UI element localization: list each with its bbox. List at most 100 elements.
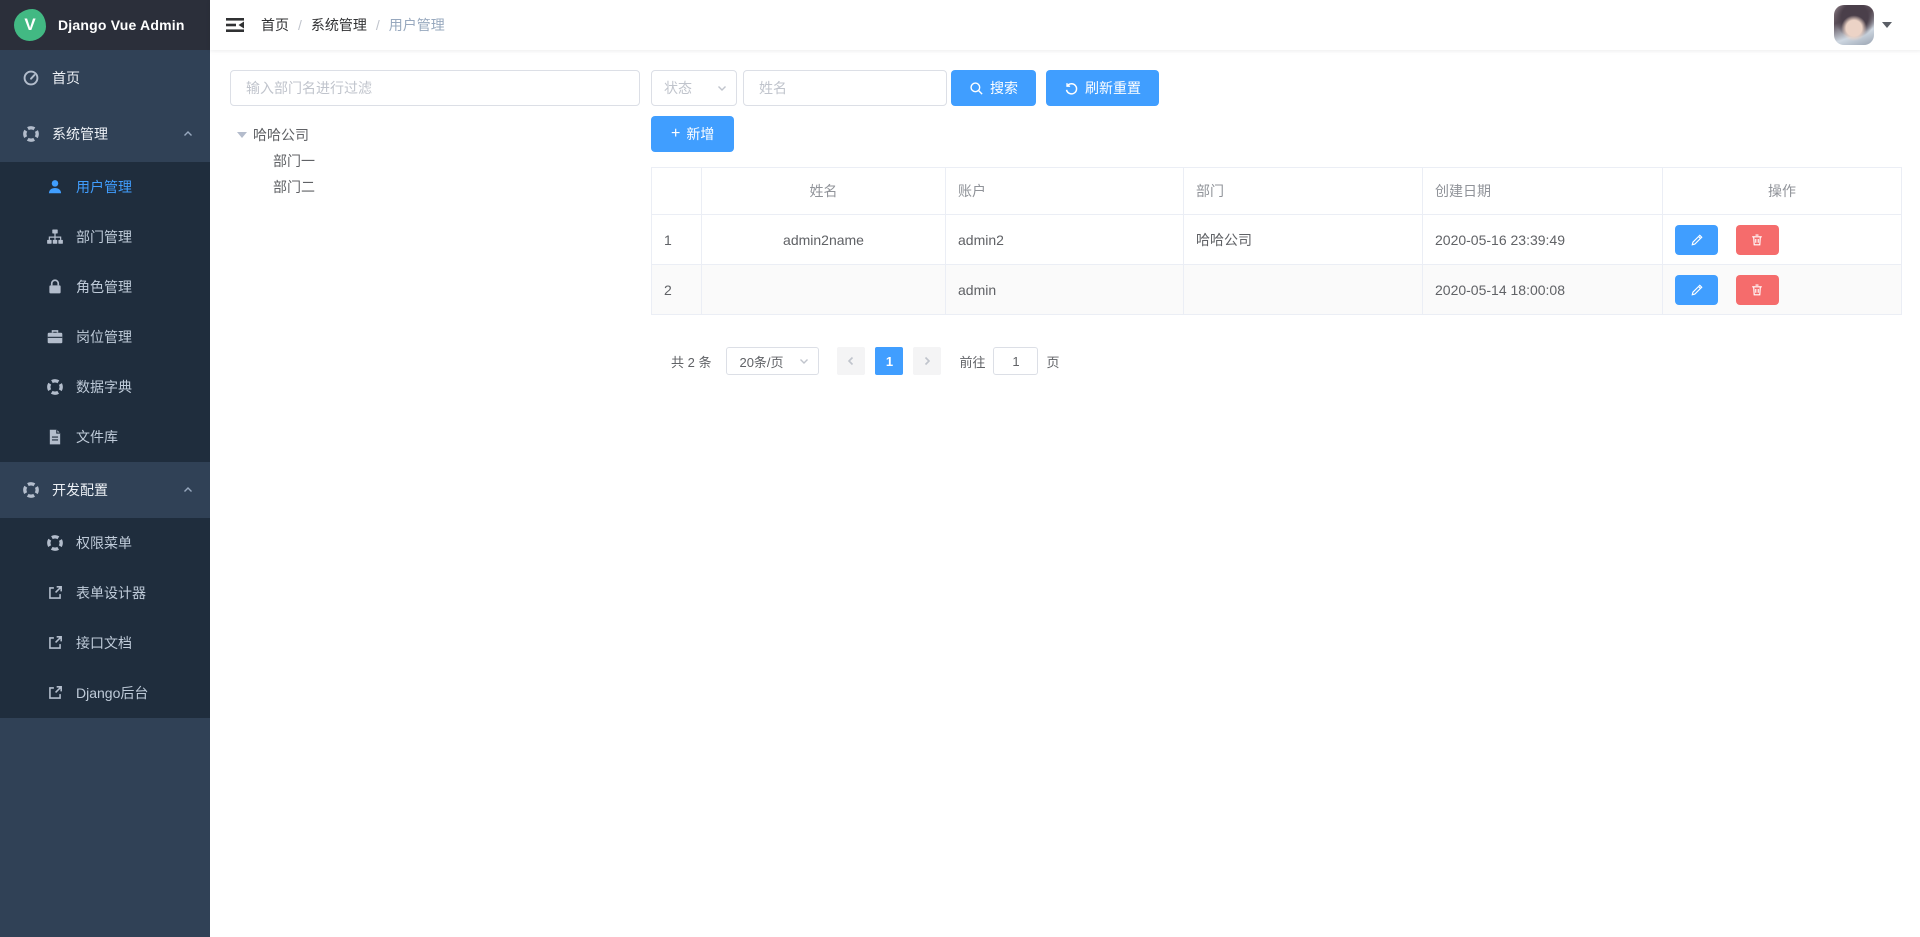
sidebar-item-api-docs[interactable]: 接口文档 <box>0 618 210 668</box>
sidebar-item-label: 部门管理 <box>76 227 132 247</box>
add-button[interactable]: + 新增 <box>651 116 734 152</box>
tree-node-root[interactable]: 哈哈公司 <box>230 122 640 148</box>
next-page-button[interactable] <box>913 347 941 375</box>
department-panel: 哈哈公司 部门一 部门二 <box>230 70 640 200</box>
sidebar-group-label: 开发配置 <box>52 480 108 500</box>
goto-page-input[interactable] <box>993 347 1038 375</box>
filter-toolbar: 状态 搜索 刷新重置 <box>651 70 1902 106</box>
breadcrumb-separator: / <box>376 17 380 33</box>
cell-index: 2 <box>652 265 702 315</box>
sidebar-menu: 首页 系统管理 用户管理 部门管理 角色管理 <box>0 50 210 937</box>
sidebar-item-label: 表单设计器 <box>76 583 146 603</box>
sidebar-item-label: Django后台 <box>76 683 148 703</box>
page-size-value: 20条/页 <box>739 352 783 371</box>
search-button-label: 搜索 <box>990 78 1018 98</box>
sidebar-item-users[interactable]: 用户管理 <box>0 162 210 212</box>
sidebar-item-label: 角色管理 <box>76 277 132 297</box>
tree-expand-icon[interactable] <box>237 132 247 138</box>
lock-icon <box>46 278 64 296</box>
trash-icon <box>1750 233 1764 247</box>
prev-page-button[interactable] <box>837 347 865 375</box>
department-filter-input[interactable] <box>230 70 640 106</box>
goto-suffix: 页 <box>1046 352 1059 371</box>
page-content: 哈哈公司 部门一 部门二 状态 <box>210 50 1920 937</box>
sidebar-item-posts[interactable]: 岗位管理 <box>0 312 210 362</box>
sidebar-item-label: 岗位管理 <box>76 327 132 347</box>
external-link-icon <box>46 584 64 602</box>
status-select-placeholder: 状态 <box>664 78 692 98</box>
cell-name: admin2name <box>702 215 946 265</box>
table-header-row: 姓名 账户 部门 创建日期 操作 <box>652 168 1902 215</box>
sidebar-item-files[interactable]: 文件库 <box>0 412 210 462</box>
logo-area[interactable]: V Django Vue Admin <box>0 0 210 50</box>
user-avatar[interactable] <box>1834 5 1874 45</box>
table-row: 2 admin 2020-05-14 18:00:08 <box>652 265 1902 315</box>
main-area: 首页 / 系统管理 / 用户管理 哈哈公司 <box>210 0 1920 937</box>
breadcrumb-home[interactable]: 首页 <box>261 15 289 35</box>
tree-node-child[interactable]: 部门一 <box>230 148 640 174</box>
goto-label: 前往 <box>959 352 985 371</box>
page-number-active[interactable]: 1 <box>875 347 903 375</box>
tree-node-label: 部门二 <box>273 177 315 197</box>
submenu-system: 用户管理 部门管理 角色管理 岗位管理 数据字典 <box>0 162 210 462</box>
sidebar-item-departments[interactable]: 部门管理 <box>0 212 210 262</box>
breadcrumb-system[interactable]: 系统管理 <box>311 15 367 35</box>
sidebar-item-label: 权限菜单 <box>76 533 132 553</box>
search-button[interactable]: 搜索 <box>951 70 1036 106</box>
sidebar-item-home[interactable]: 首页 <box>0 50 210 106</box>
sidebar-item-permission-menu[interactable]: 权限菜单 <box>0 518 210 568</box>
chevron-left-icon <box>845 355 857 367</box>
sidebar: V Django Vue Admin 首页 系统管理 用户管理 <box>0 0 210 937</box>
cell-actions <box>1663 215 1902 265</box>
chevron-right-icon <box>921 355 933 367</box>
add-button-label: 新增 <box>686 124 714 144</box>
caret-down-icon[interactable] <box>1882 22 1892 28</box>
edit-button[interactable] <box>1675 275 1718 305</box>
logo-letter: V <box>24 15 35 35</box>
component-icon <box>22 125 40 143</box>
refresh-reset-button[interactable]: 刷新重置 <box>1046 70 1159 106</box>
sidebar-item-label: 文件库 <box>76 427 118 447</box>
page-size-select[interactable]: 20条/页 <box>726 347 819 375</box>
briefcase-icon <box>46 328 64 346</box>
app-title: Django Vue Admin <box>58 17 185 33</box>
tree-node-label: 部门一 <box>273 151 315 171</box>
sidebar-item-label: 接口文档 <box>76 633 132 653</box>
refresh-button-label: 刷新重置 <box>1085 78 1141 98</box>
sidebar-item-dictionary[interactable]: 数据字典 <box>0 362 210 412</box>
trash-icon <box>1750 283 1764 297</box>
col-header-index <box>652 168 702 215</box>
edit-pencil-icon <box>1690 283 1704 297</box>
col-header-name: 姓名 <box>702 168 946 215</box>
refresh-icon <box>1064 81 1079 96</box>
table-row: 1 admin2name admin2 哈哈公司 2020-05-16 23:3… <box>652 215 1902 265</box>
status-select[interactable]: 状态 <box>651 70 737 106</box>
sidebar-group-devconfig[interactable]: 开发配置 <box>0 462 210 518</box>
sidebar-item-roles[interactable]: 角色管理 <box>0 262 210 312</box>
tree-node-label: 哈哈公司 <box>253 125 309 145</box>
name-filter-input[interactable] <box>743 70 947 106</box>
submenu-devconfig: 权限菜单 表单设计器 接口文档 Django后台 <box>0 518 210 718</box>
chevron-up-icon <box>182 484 194 496</box>
tree-node-child[interactable]: 部门二 <box>230 174 640 200</box>
edit-button[interactable] <box>1675 225 1718 255</box>
cell-actions <box>1663 265 1902 315</box>
sidebar-item-form-designer[interactable]: 表单设计器 <box>0 568 210 618</box>
sidebar-item-label: 首页 <box>52 68 80 88</box>
cell-index: 1 <box>652 215 702 265</box>
cell-created: 2020-05-14 18:00:08 <box>1423 265 1663 315</box>
user-table-panel: 状态 搜索 刷新重置 + 新增 <box>651 70 1902 375</box>
cell-created: 2020-05-16 23:39:49 <box>1423 215 1663 265</box>
cell-dept: 哈哈公司 <box>1184 215 1423 265</box>
component-icon <box>22 481 40 499</box>
vue-logo-icon: V <box>14 9 46 41</box>
external-link-icon <box>46 634 64 652</box>
delete-button[interactable] <box>1736 225 1779 255</box>
sidebar-collapse-icon[interactable] <box>225 15 245 35</box>
sidebar-group-system[interactable]: 系统管理 <box>0 106 210 162</box>
delete-button[interactable] <box>1736 275 1779 305</box>
department-tree: 哈哈公司 部门一 部门二 <box>230 122 640 200</box>
sidebar-item-django-admin[interactable]: Django后台 <box>0 668 210 718</box>
document-icon <box>46 428 64 446</box>
pagination-total: 共 2 条 <box>671 352 711 371</box>
